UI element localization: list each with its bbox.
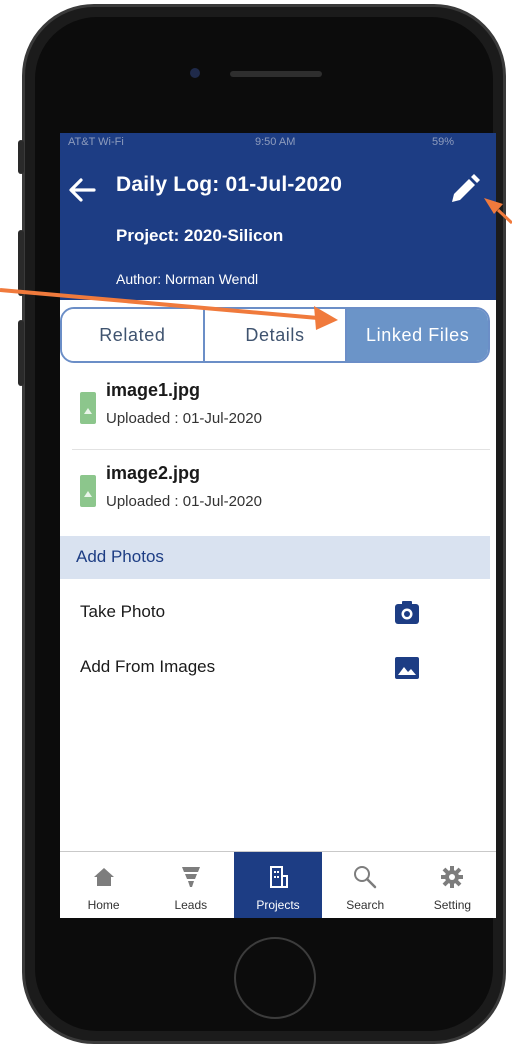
take-photo-label: Take Photo — [80, 602, 166, 621]
tab-linked-files[interactable]: Linked Files — [347, 309, 488, 361]
author-name: Author: Norman Wendl — [116, 271, 259, 287]
image-file-icon — [80, 475, 96, 507]
gear-icon — [441, 866, 464, 888]
funnel-icon — [181, 867, 200, 887]
tab-label: Search — [346, 898, 385, 912]
front-camera — [190, 68, 200, 78]
project-name: Project: 2020-Silicon — [116, 226, 284, 245]
carrier-label: AT&T Wi-Fi — [68, 136, 124, 148]
file-item-image2[interactable]: image2.jpg Uploaded : 01-Jul-2020 — [60, 451, 490, 531]
status-time: 9:50 AM — [255, 136, 296, 148]
tab-projects[interactable]: Projects — [234, 852, 322, 918]
add-from-images-label: Add From Images — [80, 657, 216, 676]
tab-search[interactable]: Search — [322, 852, 409, 918]
file-upload-date: Uploaded : 01-Jul-2020 — [106, 410, 262, 427]
file-name: image2.jpg — [106, 463, 201, 483]
list-divider — [72, 449, 490, 450]
add-from-images-row[interactable]: Add From Images — [60, 643, 490, 693]
file-upload-date: Uploaded : 01-Jul-2020 — [106, 493, 262, 510]
mute-switch — [18, 140, 24, 174]
tab-label: Leads — [174, 898, 208, 912]
file-name: image1.jpg — [106, 380, 201, 400]
tab-leads[interactable]: Leads — [147, 852, 234, 918]
take-photo-row[interactable]: Take Photo — [60, 588, 490, 638]
tab-details[interactable]: Details — [204, 309, 348, 361]
tab-home[interactable]: Home — [60, 852, 147, 918]
tab-label: Setting — [433, 898, 472, 912]
search-icon — [354, 866, 377, 889]
file-item-image1[interactable]: image1.jpg Uploaded : 01-Jul-2020 — [60, 368, 490, 448]
page-title: Daily Log: 01-Jul-2020 — [116, 173, 343, 196]
segment-tabs: Related Details Linked Files — [60, 307, 490, 363]
building-icon — [270, 866, 288, 888]
battery-level: 59% — [432, 136, 455, 148]
tab-setting[interactable]: Setting — [409, 852, 496, 918]
edit-pencil-icon[interactable] — [447, 173, 481, 207]
back-arrow-icon[interactable] — [66, 175, 100, 205]
tab-related[interactable]: Related — [62, 309, 205, 361]
camera-icon[interactable] — [394, 600, 420, 626]
app-screen: AT&T Wi-Fi 9:50 AM 59% Daily Log: 01-Jul… — [60, 133, 496, 918]
bottom-tab-bar: Home Leads Projects Search Setting — [60, 851, 496, 918]
tab-label: Home — [87, 898, 120, 912]
tab-label: Projects — [256, 898, 300, 912]
home-button[interactable] — [234, 937, 316, 1019]
app-header: AT&T Wi-Fi 9:50 AM 59% Daily Log: 01-Jul… — [60, 133, 496, 300]
status-bar: AT&T Wi-Fi 9:50 AM 59% — [60, 136, 496, 152]
volume-up-button — [18, 230, 24, 296]
home-icon — [93, 868, 114, 886]
add-photos-header: Add Photos — [60, 536, 490, 579]
volume-down-button — [18, 320, 24, 386]
section-title: Add Photos — [76, 547, 164, 566]
earpiece-speaker — [230, 71, 322, 77]
image-file-icon — [80, 392, 96, 424]
image-gallery-icon[interactable] — [394, 655, 420, 681]
